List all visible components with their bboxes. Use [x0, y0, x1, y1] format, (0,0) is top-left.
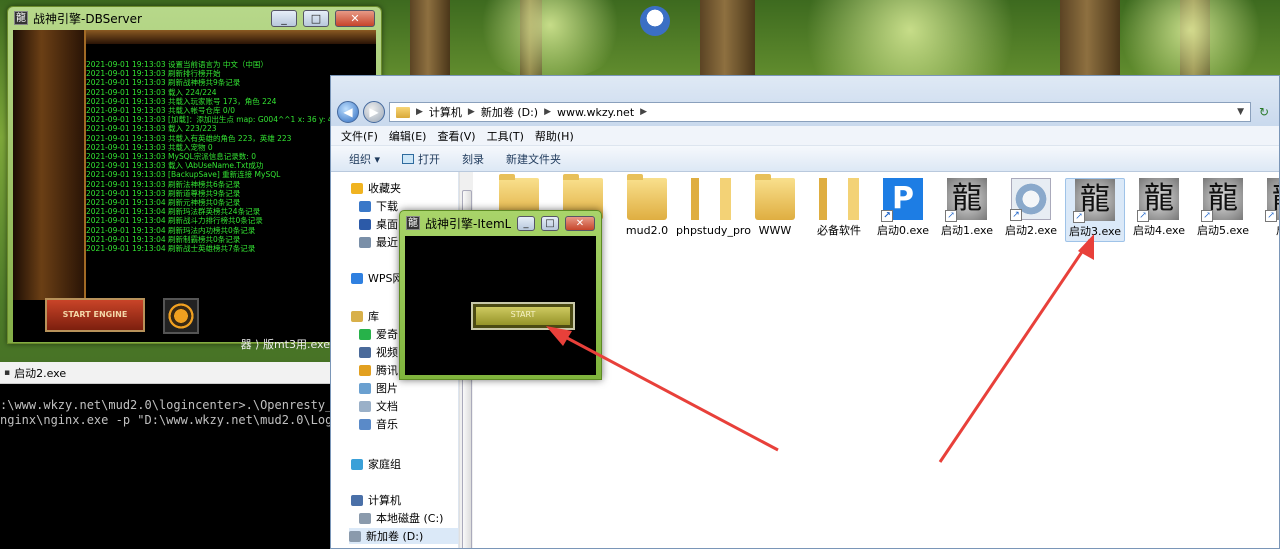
arrow-to-launcher-exe [938, 239, 1092, 463]
arrowhead-icon [546, 326, 572, 346]
annotation-arrows [546, 234, 1094, 463]
arrow-to-start-button [551, 328, 779, 452]
